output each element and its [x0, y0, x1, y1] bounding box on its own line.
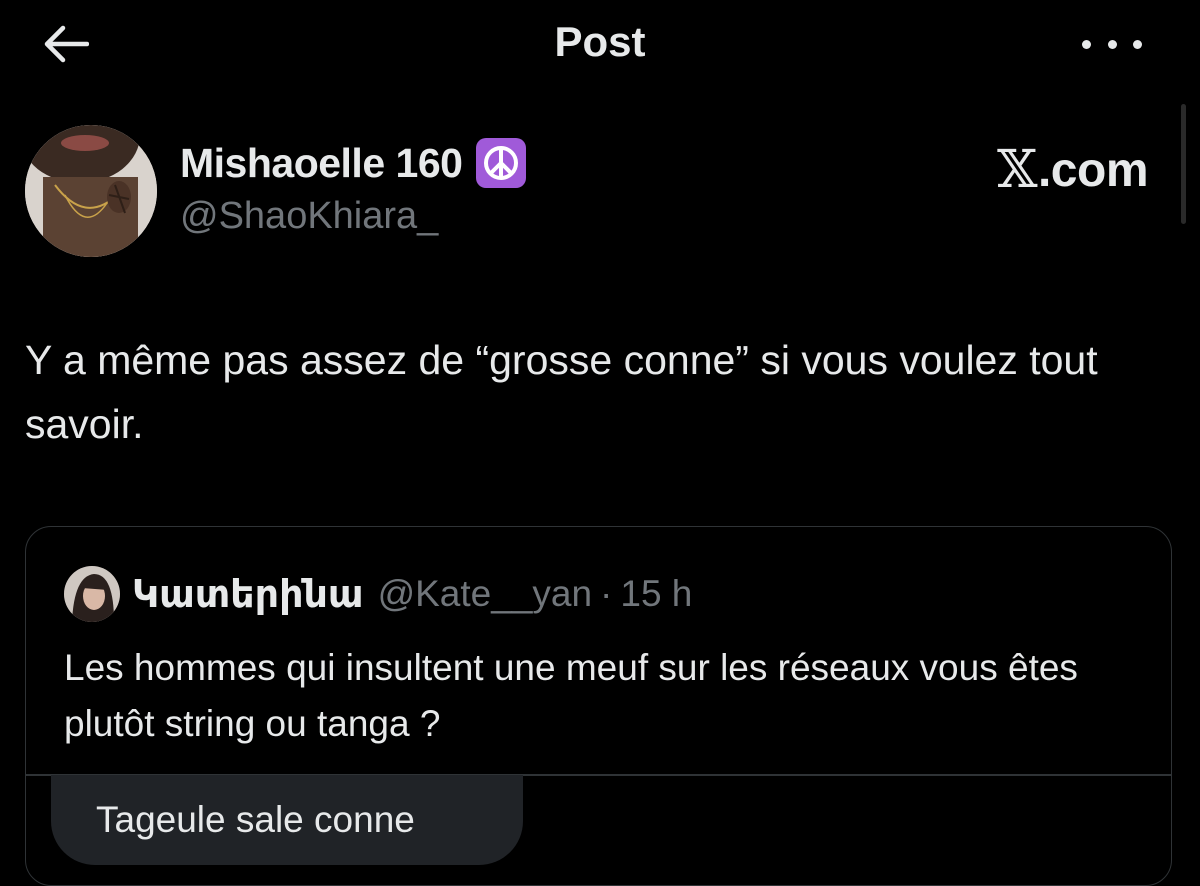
author-name-row[interactable]: Mishaoelle 160: [180, 138, 527, 188]
separator-dot: ·: [600, 573, 613, 614]
quoted-author-avatar[interactable]: [64, 566, 120, 622]
quoted-author-name[interactable]: Կատերինա: [132, 572, 364, 617]
author-name[interactable]: Mishaoelle 160: [180, 140, 463, 187]
quoted-post-header: Կատերինա @Kate__yan · 15 h: [64, 566, 692, 622]
quoted-avatar-photo: [64, 566, 120, 622]
x-com-watermark: 𝕏 .com: [997, 140, 1148, 200]
page-title: Post: [554, 18, 646, 65]
top-app-bar: Post: [0, 0, 1200, 90]
author-avatar[interactable]: [25, 125, 157, 257]
author-handle[interactable]: @ShaoKhiara_: [180, 195, 438, 238]
peace-symbol-icon: [476, 138, 527, 188]
quoted-post-card[interactable]: Կատերինա @Kate__yan · 15 h Les hommes qu…: [25, 526, 1172, 886]
post-text: Y a même pas assez de “grosse conne” si …: [25, 337, 1098, 447]
scrollbar-thumb[interactable]: [1181, 104, 1186, 224]
quoted-post-text: Les hommes qui insultent une meuf sur le…: [64, 647, 1078, 744]
quoted-post-timestamp[interactable]: 15 h: [620, 573, 692, 615]
watermark-domain: .com: [1037, 143, 1149, 197]
x-logo-icon: 𝕏: [997, 140, 1037, 200]
more-horizontal-icon: [1082, 39, 1091, 49]
reply-bubble-text: Tageule sale conne: [96, 799, 415, 840]
quoted-author-handle[interactable]: @Kate__yan: [378, 573, 592, 615]
reply-bubble: Tageule sale conne: [51, 775, 523, 865]
more-options-button[interactable]: [1082, 26, 1142, 62]
avatar-photo: [25, 125, 157, 257]
